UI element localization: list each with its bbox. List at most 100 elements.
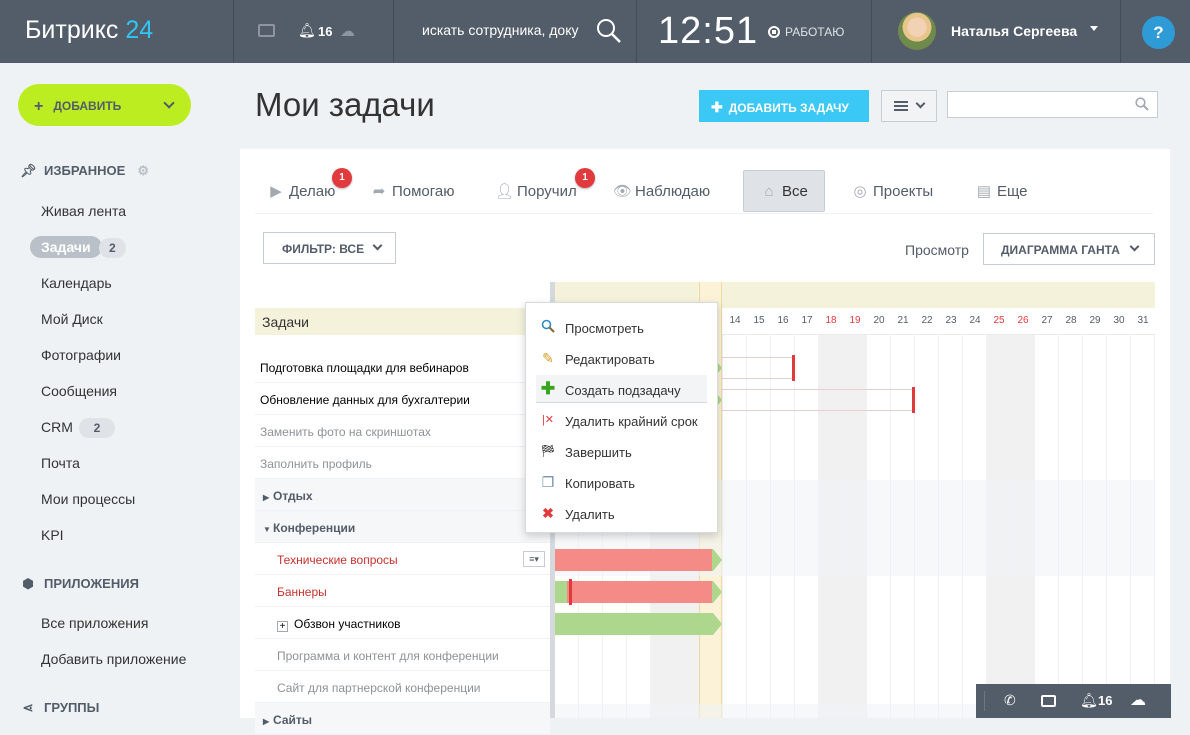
deadline-marker[interactable] [912,387,915,413]
search-icon[interactable] [1135,97,1149,111]
view-select[interactable]: ДИАГРАММА ГАНТА [983,233,1155,265]
sidebar-item-disk[interactable]: Мой Диск [41,311,103,327]
menu-item-complete[interactable]: 🏁︎ Завершить [536,437,707,465]
logo[interactable]: Битрикс 24 [25,16,153,45]
tab-doing-count: 1 [332,168,352,188]
cloud-icon[interactable]: ☁ [340,22,355,40]
logo-number: 24 [125,16,154,44]
favorites-header[interactable]: 📌︎ ИЗБРАННОЕ ⚙ [20,163,149,179]
collapse-arrow-icon[interactable]: ▼ [263,525,273,534]
task-row[interactable]: Сайт для партнерской конференции [255,671,550,703]
task-row[interactable]: Заполнить профиль [255,447,550,479]
task-row[interactable]: + Обзвон участников [255,607,550,639]
task-row[interactable]: Обновление данных для бухгалтерии [255,383,550,415]
work-status[interactable]: РАБОТАЮ [768,25,844,39]
cloud-icon[interactable]: ☁ [1130,690,1146,710]
tab-projects[interactable]: ◎ Проекты [851,170,933,212]
plus-icon: ✚ [711,99,723,115]
bell-icon[interactable]: 🔔︎ [298,22,316,39]
expand-plus-icon[interactable]: + [277,621,288,632]
chat-icon[interactable] [258,24,275,37]
sidebar-item-photos[interactable]: Фотографии [41,347,121,363]
add-button[interactable]: + ДОБАВИТЬ [18,84,191,126]
magnifier-icon [540,319,556,335]
task-row[interactable]: Баннеры [255,575,550,607]
menu-item-remove-deadline[interactable]: |✕ Удалить крайний срок [536,406,707,434]
tab-doing[interactable]: ▶ Делаю [267,170,335,212]
task-row[interactable]: Заменить фото на скриншотах [255,415,550,447]
divider [636,0,637,63]
task-row[interactable]: Программа и контент для конференции [255,639,550,671]
tab-doing-label: Делаю [289,183,336,200]
tab-more[interactable]: ▤ Еще [975,170,1028,212]
view-select-value: ДИАГРАММА ГАНТА [1001,243,1120,257]
menu-item-label: Просмотреть [565,321,644,336]
view-label: Просмотр [905,242,969,258]
copy-icon: ❐ [541,474,555,490]
sidebar-item-feed[interactable]: Живая лента [41,203,126,219]
menu-item-copy[interactable]: ❐ Копировать [536,468,707,496]
sidebar-item-calendar[interactable]: Календарь [41,275,112,291]
task-row[interactable]: Подготовка площадки для вебинаров [255,351,550,383]
crm-count-badge: 2 [79,418,115,438]
chevron-down-icon[interactable] [163,97,175,109]
menu-item-label: Редактировать [565,352,655,367]
task-bar[interactable] [567,581,712,603]
groups-header[interactable]: ⋖ ГРУППЫ [20,700,100,716]
task-bar[interactable] [555,613,722,635]
tab-watching[interactable]: 👁︎ Наблюдаю [613,170,710,212]
sidebar-item-all-apps[interactable]: Все приложения [41,615,148,631]
expand-arrow-icon[interactable]: ▶ [263,717,273,726]
task-search-input[interactable] [947,91,1158,118]
tab-all[interactable]: ⌂ Все [743,170,825,212]
group-row[interactable]: ▶ Отдых [255,479,550,511]
sidebar-item-messages[interactable]: Сообщения [41,383,117,399]
sidebar-item-kpi[interactable]: KPI [41,527,64,543]
search-input[interactable]: искать сотрудника, доку [422,22,579,38]
tab-helping-label: Помогаю [392,183,455,200]
share-icon: ⋖ [22,700,34,715]
bell-icon[interactable]: 🔔︎ [1080,692,1098,709]
task-row[interactable]: Технические вопросы ≡▾ [255,543,550,575]
notification-count[interactable]: 16 [1098,693,1112,708]
pencil-icon: ✎ [542,350,554,366]
group-row-label: Сайты [273,713,312,727]
tab-helping[interactable]: ➦ Помогаю [370,170,455,212]
chat-icon[interactable] [1041,695,1056,707]
deadline-marker[interactable] [792,355,795,381]
avatar[interactable] [898,12,936,50]
chevron-down-icon[interactable] [1090,26,1098,31]
gear-icon[interactable]: ⚙ [137,163,149,178]
search-icon[interactable] [596,18,621,43]
task-bar[interactable] [555,549,712,571]
group-row[interactable]: ▼ Конференции [255,511,550,543]
menu-item-label: Создать подзадачу [565,383,681,398]
sidebar-item-mail[interactable]: Почта [41,455,80,471]
sidebar-item-crm[interactable]: CRM [41,419,73,435]
view-menu-button[interactable] [881,90,937,122]
menu-item-view[interactable]: Просмотреть [536,313,707,341]
tab-assigned[interactable]: 👤︎ Поручил [495,170,577,212]
filter-button[interactable]: ФИЛЬТР: ВСЕ [263,232,396,264]
sidebar-item-tasks[interactable]: Задачи [30,236,102,258]
group-row[interactable]: ▶ Сайты [255,703,550,735]
add-task-button[interactable]: ✚ ДОБАВИТЬ ЗАДАЧУ [699,90,869,122]
clock: 12:51 [658,10,759,52]
sidebar-item-add-app[interactable]: Добавить приложение [41,651,186,667]
menu-item-edit[interactable]: ✎ Редактировать [536,344,707,372]
top-bar: Битрикс 24 🔔︎ 16 ☁ искать сотрудника, до… [0,0,1190,63]
expand-arrow-icon[interactable]: ▶ [263,493,273,502]
remove-deadline-icon: |✕ [541,414,555,426]
row-menu-button[interactable]: ≡▾ [523,551,545,567]
tab-assigned-count: 1 [575,168,595,188]
phone-icon[interactable]: ✆ [1004,692,1016,709]
notification-count[interactable]: 16 [318,24,332,39]
help-button[interactable]: ? [1142,16,1175,49]
deadline-marker[interactable] [569,579,572,605]
gantt-day-label: 16 [777,315,789,326]
menu-item-create-subtask[interactable]: ✚ Создать подзадачу [536,375,707,403]
apps-header[interactable]: ⬢ ПРИЛОЖЕНИЯ [20,576,139,592]
sidebar-item-processes[interactable]: Мои процессы [41,491,135,507]
user-name[interactable]: Наталья Сергеева [951,23,1077,39]
menu-item-delete[interactable]: ✖ Удалить [536,499,707,527]
